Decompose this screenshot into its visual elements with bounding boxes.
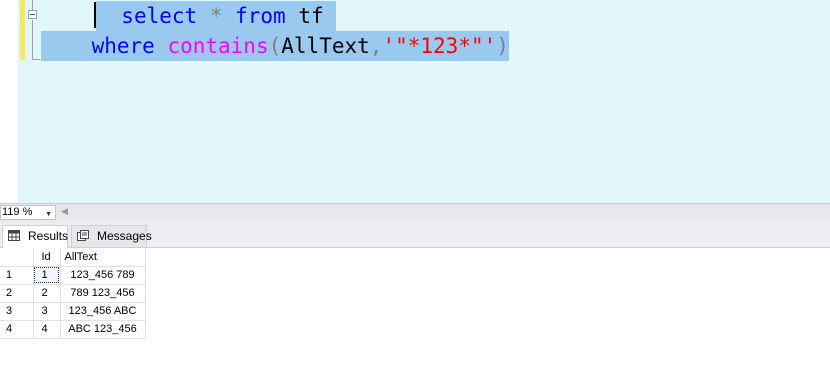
outline-guide	[32, 0, 33, 10]
grid-icon	[8, 230, 20, 241]
row-number[interactable]: 1	[0, 266, 34, 285]
cell-alltext[interactable]: 123_456 789	[60, 266, 146, 285]
zoom-dropdown[interactable]: 119 % ▼	[0, 205, 56, 220]
keyword-select: select	[121, 4, 198, 28]
grid-corner[interactable]	[0, 248, 34, 267]
code-line-1[interactable]: select * from tf	[94, 1, 337, 31]
operator-star: *	[209, 4, 223, 28]
cell-alltext[interactable]: ABC 123_456	[60, 320, 146, 339]
change-tracking-bar	[20, 0, 25, 60]
scroll-left-icon[interactable]: ◀	[61, 206, 68, 217]
tab-messages-label: Messages	[97, 229, 152, 243]
code-line-2[interactable]: where contains(AllText,'"*123*"')	[41, 31, 509, 61]
function-contains: contains	[167, 34, 269, 58]
tab-results[interactable]: Results	[2, 225, 68, 248]
string-literal: '"*123*"'	[382, 34, 497, 58]
table-row[interactable]: 4 4 ABC 123_456	[0, 320, 146, 339]
row-number[interactable]: 4	[0, 320, 34, 339]
selection-highlight: where contains(AllText,'"*123*"')	[41, 31, 509, 61]
table-row[interactable]: 2 2 789 123_456	[0, 284, 146, 303]
result-tabs: Results Messages	[0, 221, 830, 248]
results-table: Id AllText 1 1 123_456 789 2 2 789 123_4…	[0, 248, 146, 339]
header-row: Id AllText	[0, 248, 146, 267]
column-name: AllText	[281, 34, 370, 58]
row-number[interactable]: 2	[0, 284, 34, 303]
column-header-alltext[interactable]: AllText	[60, 248, 146, 267]
cell-id[interactable]: 2	[33, 284, 61, 303]
keyword-where: where	[91, 34, 155, 58]
tab-results-label: Results	[28, 229, 69, 243]
collapse-icon[interactable]	[28, 10, 37, 19]
table-row[interactable]: 3 3 123_456 ABC	[0, 302, 146, 321]
editor-gutter	[0, 0, 18, 203]
chevron-down-icon[interactable]: ▼	[45, 208, 52, 221]
outline-guide	[32, 20, 40, 60]
cell-alltext[interactable]: 123_456 ABC	[60, 302, 146, 321]
table-name: tf	[298, 4, 324, 28]
row-number[interactable]: 3	[0, 302, 34, 321]
table-row[interactable]: 1 1 123_456 789	[0, 266, 146, 285]
zoom-value: 119 %	[2, 206, 33, 218]
selection-highlight: select * from tf	[96, 1, 337, 31]
query-editor[interactable]: select * from tf where contains(AllText,…	[0, 0, 830, 203]
close-paren: )	[496, 34, 509, 58]
tab-messages[interactable]: Messages	[71, 225, 152, 247]
messages-icon	[77, 230, 89, 241]
results-grid[interactable]: Id AllText 1 1 123_456 789 2 2 789 123_4…	[0, 248, 830, 378]
cell-alltext[interactable]: 789 123_456	[60, 284, 146, 303]
keyword-from: from	[235, 4, 286, 28]
cell-id[interactable]: 4	[33, 320, 61, 339]
cell-id[interactable]: 3	[33, 302, 61, 321]
comma: ,	[369, 34, 383, 58]
open-paren: (	[268, 34, 282, 58]
column-header-id[interactable]: Id	[33, 248, 61, 267]
zoom-bar: 119 % ▼ ◀	[0, 203, 830, 221]
cell-id[interactable]: 1	[33, 266, 61, 285]
